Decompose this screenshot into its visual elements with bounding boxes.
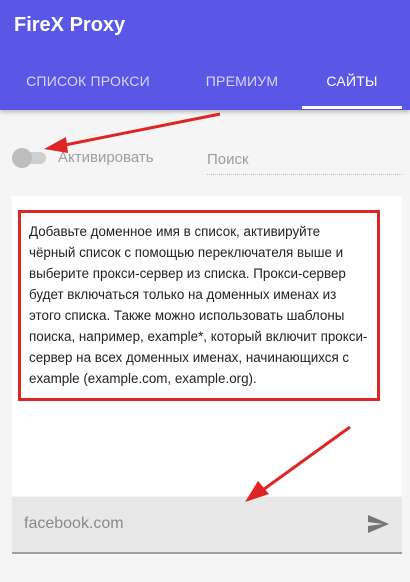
info-text: Добавьте доменное имя в список, активиру…	[18, 210, 380, 401]
domain-input[interactable]	[24, 511, 354, 537]
app-title: FireX Proxy	[14, 14, 126, 36]
tab-bar: СПИСОК ПРОКСИ ПРЕМИУМ САЙТЫ	[0, 64, 410, 110]
active-tab-indicator	[302, 106, 402, 109]
send-icon[interactable]	[366, 512, 390, 536]
activate-toggle[interactable]	[12, 148, 48, 168]
domain-input-container	[12, 497, 402, 554]
tab-sites[interactable]: САЙТЫ	[302, 64, 402, 110]
toggle-knob	[12, 148, 32, 168]
tab-proxy-list[interactable]: СПИСОК ПРОКСИ	[20, 64, 156, 110]
tab-premium[interactable]: ПРЕМИУМ	[186, 64, 298, 110]
activate-label: Активировать	[58, 149, 154, 166]
controls-row: Активировать	[0, 140, 410, 180]
search-input[interactable]	[207, 144, 402, 175]
app-header: FireX Proxy СПИСОК ПРОКСИ ПРЕМИУМ САЙТЫ	[0, 0, 410, 110]
